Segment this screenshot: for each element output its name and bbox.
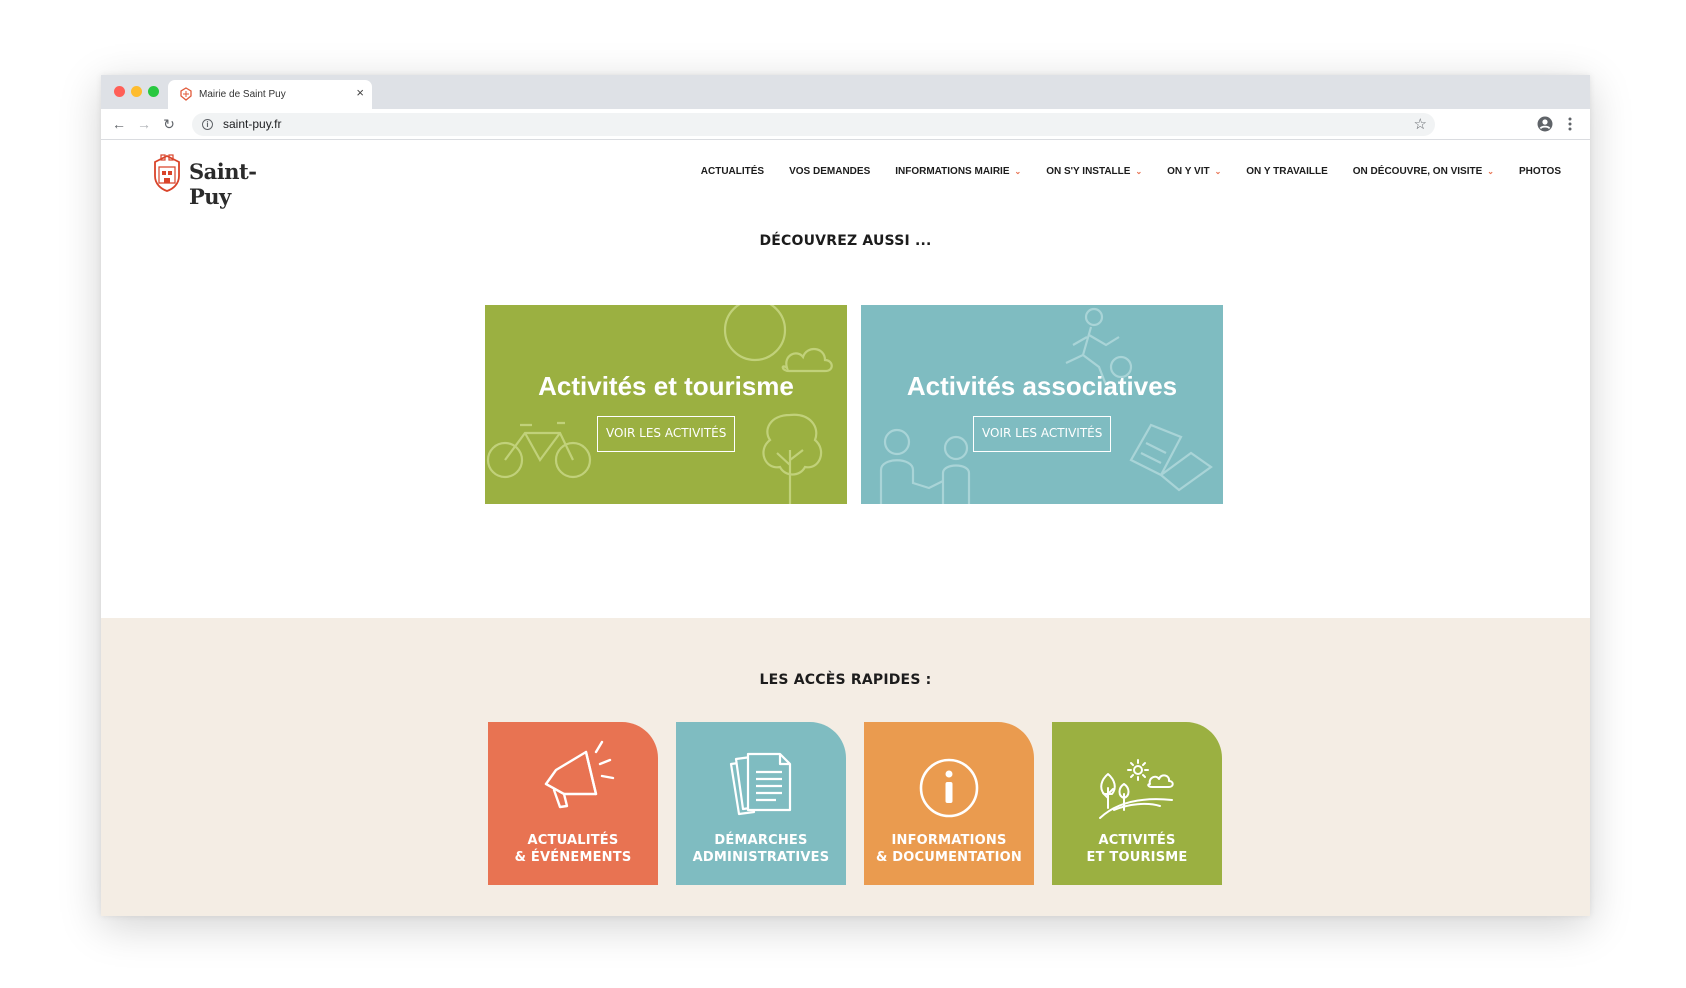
logo-crest-icon (154, 154, 180, 192)
nav-item-informations-mairie[interactable]: INFORMATIONS MAIRIE ⌄ (895, 166, 1021, 177)
nav-label: ON DÉCOUVRE, ON VISITE (1352, 166, 1483, 177)
outdoor-illustration-icon (486, 305, 833, 504)
tile-label-line2: ADMINISTRATIVES (692, 850, 830, 865)
url-text[interactable]: saint-puy.fr (223, 117, 281, 131)
profile-icon[interactable] (1537, 116, 1553, 132)
landscape-icon (1099, 759, 1174, 819)
browser-toolbar: ← → ↻ i saint-puy.fr ☆ (101, 109, 1590, 140)
main-nav: ACTUALITÉS VOS DEMANDES INFORMATIONS MAI… (676, 166, 1561, 177)
nav-label: ON S'Y INSTALLE (1046, 166, 1131, 177)
nav-item-photos[interactable]: PHOTOS (1519, 166, 1561, 177)
tile-activites-tourisme[interactable]: ACTIVITÉS ET TOURISME (1052, 722, 1222, 885)
tile-actualites-evenements[interactable]: ACTUALITÉS & ÉVÉNEMENTS (488, 722, 658, 885)
forward-icon[interactable]: → (135, 115, 153, 133)
nav-label: VOS DEMANDES (789, 166, 871, 177)
browser-titlebar: Mairie de Saint Puy × (101, 75, 1590, 109)
browser-tab[interactable]: Mairie de Saint Puy × (168, 80, 372, 109)
tile-label-line1: INFORMATIONS (891, 833, 1007, 848)
nav-label: ON Y TRAVAILLE (1246, 166, 1328, 177)
browser-window: Mairie de Saint Puy × ← → ↻ i saint-puy.… (101, 75, 1590, 916)
chevron-down-icon: ⌄ (1135, 167, 1143, 176)
nav-label: ACTUALITÉS (700, 166, 765, 177)
nav-item-on-y-vit[interactable]: ON Y VIT ⌄ (1167, 166, 1221, 177)
tile-label-line1: ACTUALITÉS (527, 833, 619, 848)
tile-label-line1: ACTIVITÉS (1098, 833, 1176, 848)
web-page: Saint-Puy ACTUALITÉS VOS DEMANDES INFORM… (101, 140, 1590, 916)
documents-icon (729, 752, 792, 816)
nav-item-actualites[interactable]: ACTUALITÉS (701, 166, 764, 177)
nav-item-vos-demandes[interactable]: VOS DEMANDES (789, 166, 870, 177)
card-activites-tourisme[interactable]: Activités et tourisme VOIR LES ACTIVITÉS (485, 305, 847, 504)
tile-label-line2: & DOCUMENTATION (875, 850, 1023, 865)
voir-activites-button[interactable]: VOIR LES ACTIVITÉS (597, 416, 736, 452)
tile-informations-documentation[interactable]: INFORMATIONS & DOCUMENTATION (864, 722, 1034, 885)
tile-demarches-administratives[interactable]: DÉMARCHES ADMINISTRATIVES (676, 722, 846, 885)
tab-close-icon[interactable]: × (356, 86, 364, 100)
site-info-icon[interactable]: i (202, 119, 213, 130)
voir-activites-button[interactable]: VOIR LES ACTIVITÉS (973, 416, 1112, 452)
info-circle-icon (919, 758, 979, 818)
site-logo[interactable]: Saint-Puy (150, 153, 280, 209)
back-icon[interactable]: ← (110, 115, 128, 133)
bookmark-star-icon[interactable]: ☆ (1414, 115, 1427, 133)
card-activites-associatives[interactable]: Activités associatives VOIR LES ACTIVITÉ… (861, 305, 1223, 504)
card-title: Activités et tourisme (538, 371, 794, 401)
discover-title: DÉCOUVREZ AUSSI ... (759, 233, 932, 249)
people-illustration-icon (879, 307, 1213, 504)
close-window-button[interactable] (114, 86, 125, 97)
quick-access-section: LES ACCÈS RAPIDES : ACTUALITÉS & ÉVÉNEMEN… (101, 618, 1590, 916)
maximize-window-button[interactable] (148, 86, 159, 97)
nav-label: PHOTOS (1518, 166, 1561, 177)
tile-label-line1: DÉMARCHES (714, 833, 808, 848)
megaphone-icon (544, 740, 615, 809)
nav-item-on-decouvre[interactable]: ON DÉCOUVRE, ON VISITE ⌄ (1353, 166, 1494, 177)
tile-label: DÉMARCHES ADMINISTRATIVES (676, 832, 846, 866)
address-bar[interactable]: i saint-puy.fr ☆ (192, 113, 1435, 136)
nav-item-on-sy-installe[interactable]: ON S'Y INSTALLE ⌄ (1046, 166, 1142, 177)
chevron-down-icon: ⌄ (1214, 167, 1222, 176)
chevron-down-icon: ⌄ (1014, 167, 1022, 176)
reload-icon[interactable]: ↻ (160, 115, 178, 133)
minimize-window-button[interactable] (131, 86, 142, 97)
nav-label: ON Y VIT (1167, 166, 1210, 177)
chevron-down-icon: ⌄ (1487, 167, 1494, 176)
tile-label: INFORMATIONS & DOCUMENTATION (864, 832, 1034, 866)
tile-label: ACTIVITÉS ET TOURISME (1052, 832, 1222, 866)
nav-label: INFORMATIONS MAIRIE (895, 166, 1010, 177)
tile-label-line2: ET TOURISME (1086, 850, 1188, 865)
tab-title: Mairie de Saint Puy (199, 89, 286, 100)
nav-item-on-y-travaille[interactable]: ON Y TRAVAILLE (1246, 166, 1328, 177)
browser-menu-icon[interactable] (1567, 115, 1573, 133)
tile-label: ACTUALITÉS & ÉVÉNEMENTS (488, 832, 658, 866)
logo-text: Saint-Puy (189, 159, 257, 209)
tile-label-line2: & ÉVÉNEMENTS (514, 850, 632, 865)
quick-access-title: LES ACCÈS RAPIDES : (759, 672, 932, 688)
favicon-icon (180, 87, 192, 101)
card-title: Activités associatives (906, 371, 1178, 401)
